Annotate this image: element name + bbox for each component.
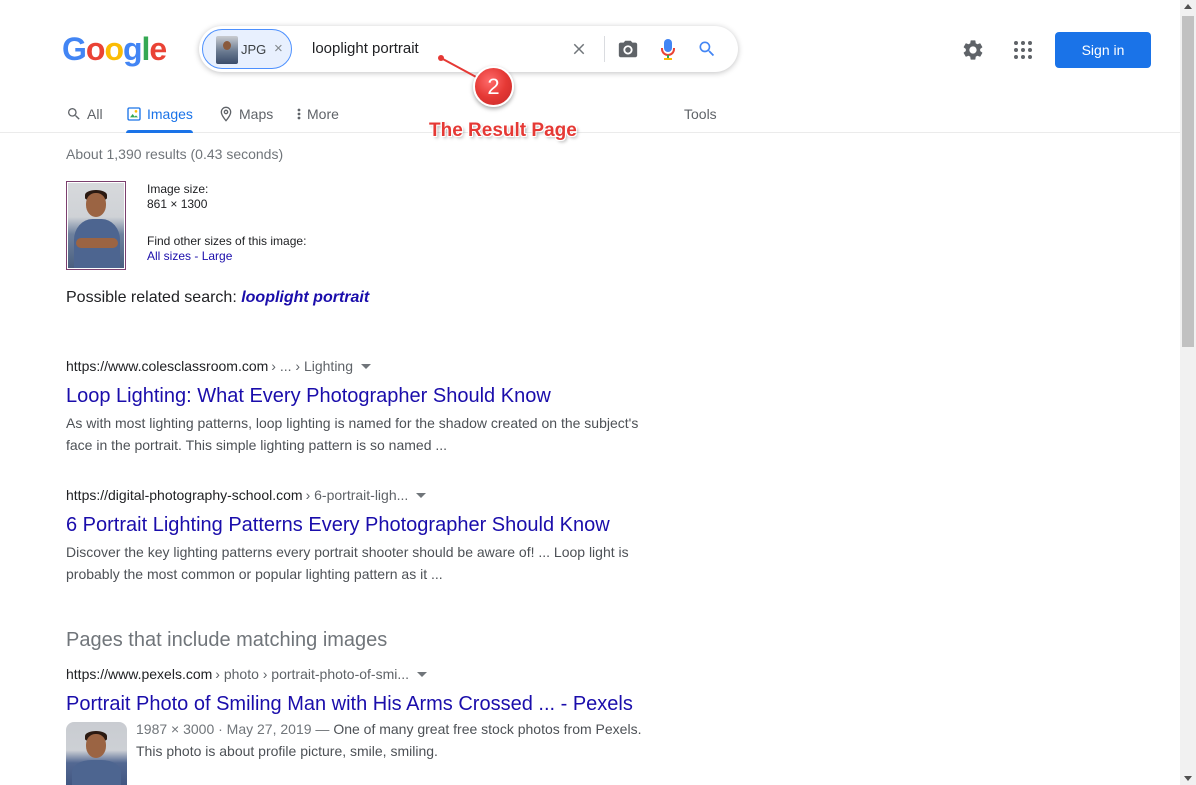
snippet-line: As with most lighting patterns, loop lig…: [66, 415, 639, 431]
snippet-line: face in the portrait. This simple lighti…: [66, 437, 448, 453]
search-result: https://digital-photography-school.com ›…: [66, 485, 656, 585]
related-search: Possible related search: looplight portr…: [66, 289, 369, 307]
logo-letter: o: [104, 31, 124, 67]
search-tabs: All Images Maps More Tools: [0, 96, 1180, 133]
search-result: https://www.pexels.com › photo › portrai…: [66, 664, 656, 717]
chip-remove-icon[interactable]: ×: [274, 40, 283, 57]
snippet-line: This photo is about profile picture, smi…: [136, 743, 438, 759]
sign-in-button[interactable]: Sign in: [1055, 32, 1151, 68]
image-query-chip[interactable]: JPG ×: [202, 29, 292, 69]
snippet-line: Discover the key lighting patterns every…: [66, 544, 629, 560]
tab-label: Images: [147, 106, 193, 122]
related-search-link[interactable]: looplight portrait: [241, 289, 369, 306]
result-stats: About 1,390 results (0.43 seconds): [66, 146, 284, 162]
large-size-link[interactable]: Large: [202, 249, 233, 263]
logo-letter: l: [141, 31, 151, 67]
result-breadcrumb: › ... › Lighting: [271, 358, 353, 374]
search-input[interactable]: looplight portrait: [312, 40, 419, 57]
image-icon: [127, 107, 141, 121]
tab-maps[interactable]: Maps: [218, 101, 273, 127]
scroll-down-arrow-icon[interactable]: [1184, 776, 1192, 781]
snippet-line: 1987 × 3000 · May 27, 2019 — One of many…: [136, 718, 656, 740]
query-image-thumbnail[interactable]: [66, 181, 126, 270]
result-domain: https://www.pexels.com: [66, 666, 213, 682]
header: Google JPG × looplight portrait Sign in: [0, 0, 1180, 96]
result-snippet: Discover the key lighting patterns every…: [66, 541, 656, 585]
result-title[interactable]: Portrait Photo of Smiling Man with His A…: [66, 691, 656, 717]
close-icon[interactable]: [568, 38, 590, 60]
search-box: JPG × looplight portrait: [199, 26, 738, 72]
related-search-label: Possible related search:: [66, 289, 242, 306]
logo-letter: e: [149, 31, 167, 67]
result-snippet: 1987 × 3000 · May 27, 2019 — One of many…: [136, 718, 656, 762]
tab-more[interactable]: More: [296, 101, 339, 127]
tab-label: All: [87, 106, 103, 122]
chip-thumbnail: [216, 36, 238, 64]
search-result: https://www.colesclassroom.com › ... › L…: [66, 356, 656, 456]
chevron-down-icon[interactable]: [361, 363, 371, 369]
image-size-value: 861 × 1300: [147, 197, 208, 211]
result-url[interactable]: https://www.pexels.com › photo › portrai…: [66, 664, 656, 684]
size-links: All sizes - Large: [147, 249, 306, 264]
tab-label: More: [307, 106, 339, 122]
chevron-down-icon[interactable]: [416, 492, 427, 498]
image-size-label: Image size:: [147, 182, 209, 196]
logo-letter: g: [122, 31, 143, 67]
apps-grid-icon[interactable]: [1011, 38, 1035, 62]
result-meta: 1987 × 3000 · May 27, 2019 —: [136, 721, 334, 737]
search-icon: [68, 108, 80, 120]
all-sizes-link[interactable]: All sizes: [147, 249, 191, 263]
result-url[interactable]: https://www.colesclassroom.com › ... › L…: [66, 356, 656, 376]
result-url[interactable]: https://digital-photography-school.com ›…: [66, 485, 656, 505]
google-logo[interactable]: Google: [62, 31, 167, 68]
search-icon[interactable]: [696, 38, 718, 60]
vertical-scrollbar[interactable]: [1180, 0, 1196, 785]
chip-label: JPG: [241, 42, 267, 57]
size-separator: -: [191, 249, 202, 263]
chevron-down-icon[interactable]: [417, 671, 428, 677]
tab-images[interactable]: Images: [126, 101, 193, 133]
more-vert-icon: [297, 108, 301, 120]
result-title[interactable]: Loop Lighting: What Every Photographer S…: [66, 383, 656, 409]
mic-icon[interactable]: [657, 38, 679, 60]
snippet-line: probably the most common or popular ligh…: [66, 566, 443, 582]
tools-button[interactable]: Tools: [684, 101, 717, 127]
result-snippet: As with most lighting patterns, loop lig…: [66, 412, 656, 456]
result-domain: https://www.colesclassroom.com: [66, 358, 269, 374]
logo-letter: o: [85, 31, 106, 67]
other-sizes-label: Find other sizes of this image:: [147, 234, 307, 248]
scroll-up-arrow-icon[interactable]: [1184, 4, 1192, 9]
result-title[interactable]: 6 Portrait Lighting Patterns Every Photo…: [66, 512, 656, 538]
tab-label: Maps: [239, 106, 274, 122]
camera-icon[interactable]: [617, 38, 639, 60]
result-breadcrumb: › photo › portrait-photo-of-smi...: [215, 666, 410, 682]
annotation-label: The Result Page: [429, 120, 577, 141]
tab-all[interactable]: All: [66, 101, 103, 127]
result-domain: https://digital-photography-school.com: [66, 487, 303, 503]
snippet-text: One of many great free stock photos from…: [333, 721, 642, 737]
section-heading: Pages that include matching images: [66, 629, 388, 651]
logo-letter: G: [62, 31, 87, 67]
tools-label: Tools: [684, 106, 717, 122]
result-breadcrumb: › 6-portrait-ligh...: [305, 487, 409, 503]
image-info: Image size: 861 × 1300 Find other sizes …: [147, 182, 306, 264]
map-pin-icon: [220, 106, 232, 122]
result-thumbnail[interactable]: [66, 722, 127, 785]
scrollbar-thumb[interactable]: [1182, 16, 1194, 347]
gear-icon[interactable]: [961, 38, 985, 62]
search-divider: [604, 36, 605, 62]
step-number-badge: 2: [473, 66, 514, 107]
